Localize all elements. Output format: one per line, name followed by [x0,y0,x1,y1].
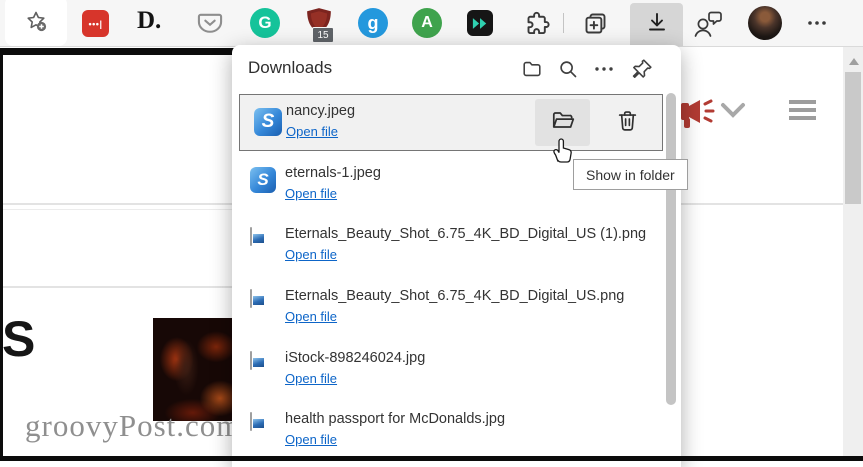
image-file-icon [250,351,252,370]
pocket-extension-icon[interactable] [196,9,224,42]
open-file-link[interactable]: Open file [285,309,337,324]
download-filename: health passport for McDonalds.jpg [285,411,505,427]
open-folder-icon [550,107,576,138]
image-file-icon [250,289,252,308]
trash-icon [615,108,640,138]
page-divider-line-3 [3,286,232,288]
page-screenshot-top-border [0,48,235,55]
open-file-link[interactable]: Open file [285,432,337,447]
download-item-row[interactable]: iStock-898246024.jpg Open file [246,350,656,402]
image-file-icon [250,227,252,246]
open-file-link[interactable]: Open file [285,186,337,201]
browser-settings-menu-icon[interactable] [806,12,828,39]
article-concert-image [153,318,232,421]
downloads-more-options-icon[interactable] [592,57,616,81]
browser-toolbar: •••| D. G 15 g A [0,0,863,47]
dictionary-extension-icon[interactable]: D. [137,7,161,35]
download-filename: nancy.jpeg [286,103,355,119]
snagit-s-file-icon: S [254,108,282,136]
page-divider-line-2 [3,209,232,210]
toolbar-divider [563,13,564,33]
download-filename: eternals-1.jpeg [285,165,381,181]
delete-download-button[interactable] [600,99,655,146]
megaphone-icon[interactable] [681,96,723,137]
open-file-link[interactable]: Open file [286,124,338,139]
download-item-row[interactable]: Eternals_Beauty_Shot_6.75_4K_BD_Digital_… [246,288,656,340]
open-file-link[interactable]: Open file [285,247,337,262]
panel-scrollbar-thumb[interactable] [666,93,676,405]
page-scrollbar-thumb[interactable] [845,72,861,204]
fast-forward-extension-icon[interactable] [467,10,493,36]
lastpass-extension-icon[interactable]: •••| [82,10,109,37]
extensions-puzzle-icon[interactable] [524,10,551,42]
snagit-s-file-icon: S [250,167,276,193]
download-icon [645,10,669,39]
download-item-row[interactable]: S nancy.jpeg Open file [239,94,663,151]
browser-window: S groovyPost.com [0,0,863,467]
a-extension-icon[interactable]: A [412,8,442,38]
ublock-badge: 15 [312,27,334,43]
download-filename: Eternals_Beauty_Shot_6.75_4K_BD_Digital_… [285,226,646,242]
download-filename: Eternals_Beauty_Shot_6.75_4K_BD_Digital_… [285,288,624,304]
open-downloads-folder-icon[interactable] [520,57,544,81]
user-avatar[interactable] [748,6,782,40]
chevron-down-icon[interactable] [720,102,746,125]
groovypost-watermark: groovyPost.com [25,408,241,444]
downloads-panel-title: Downloads [248,58,332,78]
page-heading-fragment: S [2,314,35,364]
page-scrollbar-up-arrow[interactable] [849,58,859,65]
star-plus-icon [24,9,48,38]
downloads-toolbar-button[interactable] [630,3,683,46]
show-in-folder-tooltip: Show in folder [573,159,688,190]
downloads-panel: Downloads S nancy.jpeg Open file [232,45,681,467]
download-item-row[interactable]: Eternals_Beauty_Shot_6.75_4K_BD_Digital_… [246,226,656,278]
add-favorite-button[interactable] [5,0,67,46]
open-file-link[interactable]: Open file [285,371,337,386]
search-downloads-icon[interactable] [556,57,580,81]
pin-downloads-icon[interactable] [630,57,654,81]
download-filename: iStock-898246024.jpg [285,350,425,366]
page-screenshot-left-border [0,48,3,459]
image-file-icon [250,412,252,431]
hamburger-menu-icon[interactable] [789,100,816,124]
collections-icon[interactable] [582,10,609,42]
hand-cursor-icon [551,136,573,169]
page-screenshot-bottom-border [0,456,863,461]
profile-feedback-icon[interactable] [692,9,724,43]
g-extension-icon[interactable]: g [358,8,388,38]
grammarly-extension-icon[interactable]: G [250,8,280,38]
